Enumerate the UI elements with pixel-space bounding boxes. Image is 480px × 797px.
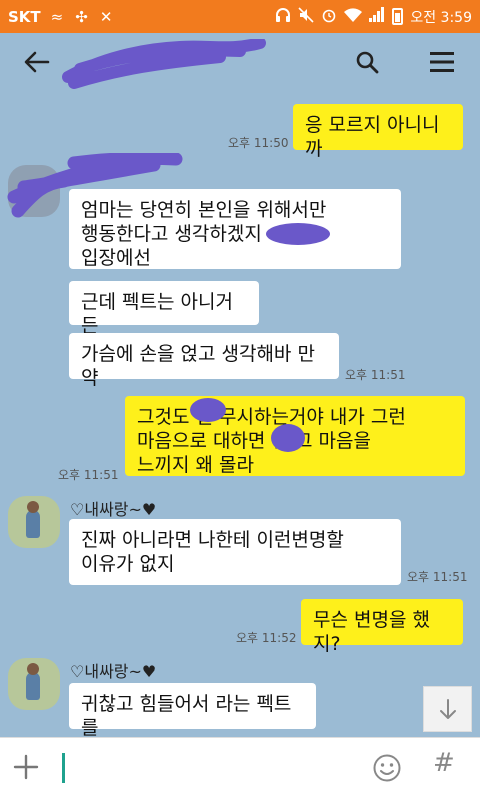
sender-name: ♡내싸랑~♥ bbox=[70, 500, 157, 519]
battery-icon bbox=[392, 8, 404, 25]
scroll-to-bottom-button[interactable] bbox=[423, 686, 472, 732]
status-clock: 오전 3:59 bbox=[410, 9, 472, 26]
avatar[interactable] bbox=[8, 658, 60, 710]
text-cursor bbox=[62, 753, 65, 783]
their-message-bubble[interactable]: 엄마는 당연히 본인을 위해서만 행동한다고 생각하겠지 입장에선 bbox=[69, 189, 401, 269]
their-message-bubble[interactable]: 진짜 아니라면 나한테 이런변명할 이유가 없지 bbox=[69, 519, 401, 585]
search-icon bbox=[356, 51, 379, 74]
hamburger-menu-icon bbox=[430, 52, 454, 72]
their-message-bubble[interactable]: 근데 펙트는 아니거든 bbox=[69, 281, 259, 337]
message-list[interactable]: 응 모르지 아니니까 오후 11:50 엄마는 당연히 본인을 위해서만 행동한… bbox=[0, 91, 480, 739]
my-message-bubble[interactable]: 무슨 변명을 했지? bbox=[301, 599, 463, 655]
message-time: 오후 11:51 bbox=[407, 570, 468, 584]
attach-button[interactable] bbox=[10, 751, 42, 783]
status-right: 오전 3:59 bbox=[275, 0, 472, 33]
carrier-label: SKT bbox=[8, 7, 41, 26]
redacted-chat-title bbox=[62, 39, 266, 89]
their-message-bubble[interactable]: 가슴에 손을 얹고 생각해바 만약 bbox=[69, 333, 339, 389]
message-time: 오후 11:50 bbox=[228, 136, 289, 150]
status-bar: SKT ≈ ✣ ✕ 오전 3:59 bbox=[0, 0, 480, 33]
signal-icon bbox=[369, 7, 385, 26]
message-input[interactable] bbox=[56, 744, 360, 794]
notification-icon: ≈ bbox=[50, 7, 64, 26]
back-button[interactable] bbox=[20, 45, 54, 79]
menu-button[interactable] bbox=[425, 45, 459, 79]
their-message-bubble[interactable]: 귀찮고 힘들어서 라는 펙트를 bbox=[69, 683, 316, 739]
arrow-left-icon bbox=[24, 51, 50, 73]
redacted-name bbox=[266, 223, 330, 245]
notification-icons: ≈ ✣ ✕ bbox=[51, 8, 113, 26]
message-time: 오후 11:51 bbox=[345, 368, 406, 382]
sender-name: ♡내싸랑~♥ bbox=[70, 662, 157, 681]
avatar[interactable] bbox=[8, 496, 60, 548]
mute-icon bbox=[298, 6, 314, 27]
headphones-icon bbox=[275, 7, 291, 27]
chat-header bbox=[0, 33, 480, 91]
emoticon-button[interactable] bbox=[372, 753, 402, 783]
pinwheel-icon: ✣ bbox=[75, 7, 88, 26]
message-time: 오후 11:51 bbox=[58, 468, 119, 482]
redacted-name bbox=[271, 424, 305, 452]
message-input-bar: # bbox=[0, 737, 480, 797]
arrow-down-icon bbox=[439, 699, 456, 719]
alarm-icon bbox=[321, 7, 337, 27]
hashtag-search-button[interactable]: # bbox=[433, 748, 455, 778]
search-button[interactable] bbox=[350, 45, 384, 79]
redacted-name bbox=[190, 398, 226, 422]
smiley-icon bbox=[373, 754, 401, 782]
muted-notification-icon: ✕ bbox=[99, 7, 113, 26]
wifi-icon bbox=[344, 7, 363, 26]
plus-icon bbox=[13, 754, 39, 780]
message-time: 오후 11:52 bbox=[236, 631, 297, 645]
hashtag-icon: # bbox=[433, 748, 455, 778]
my-message-bubble[interactable]: 응 모르지 아니니까 bbox=[293, 104, 463, 160]
